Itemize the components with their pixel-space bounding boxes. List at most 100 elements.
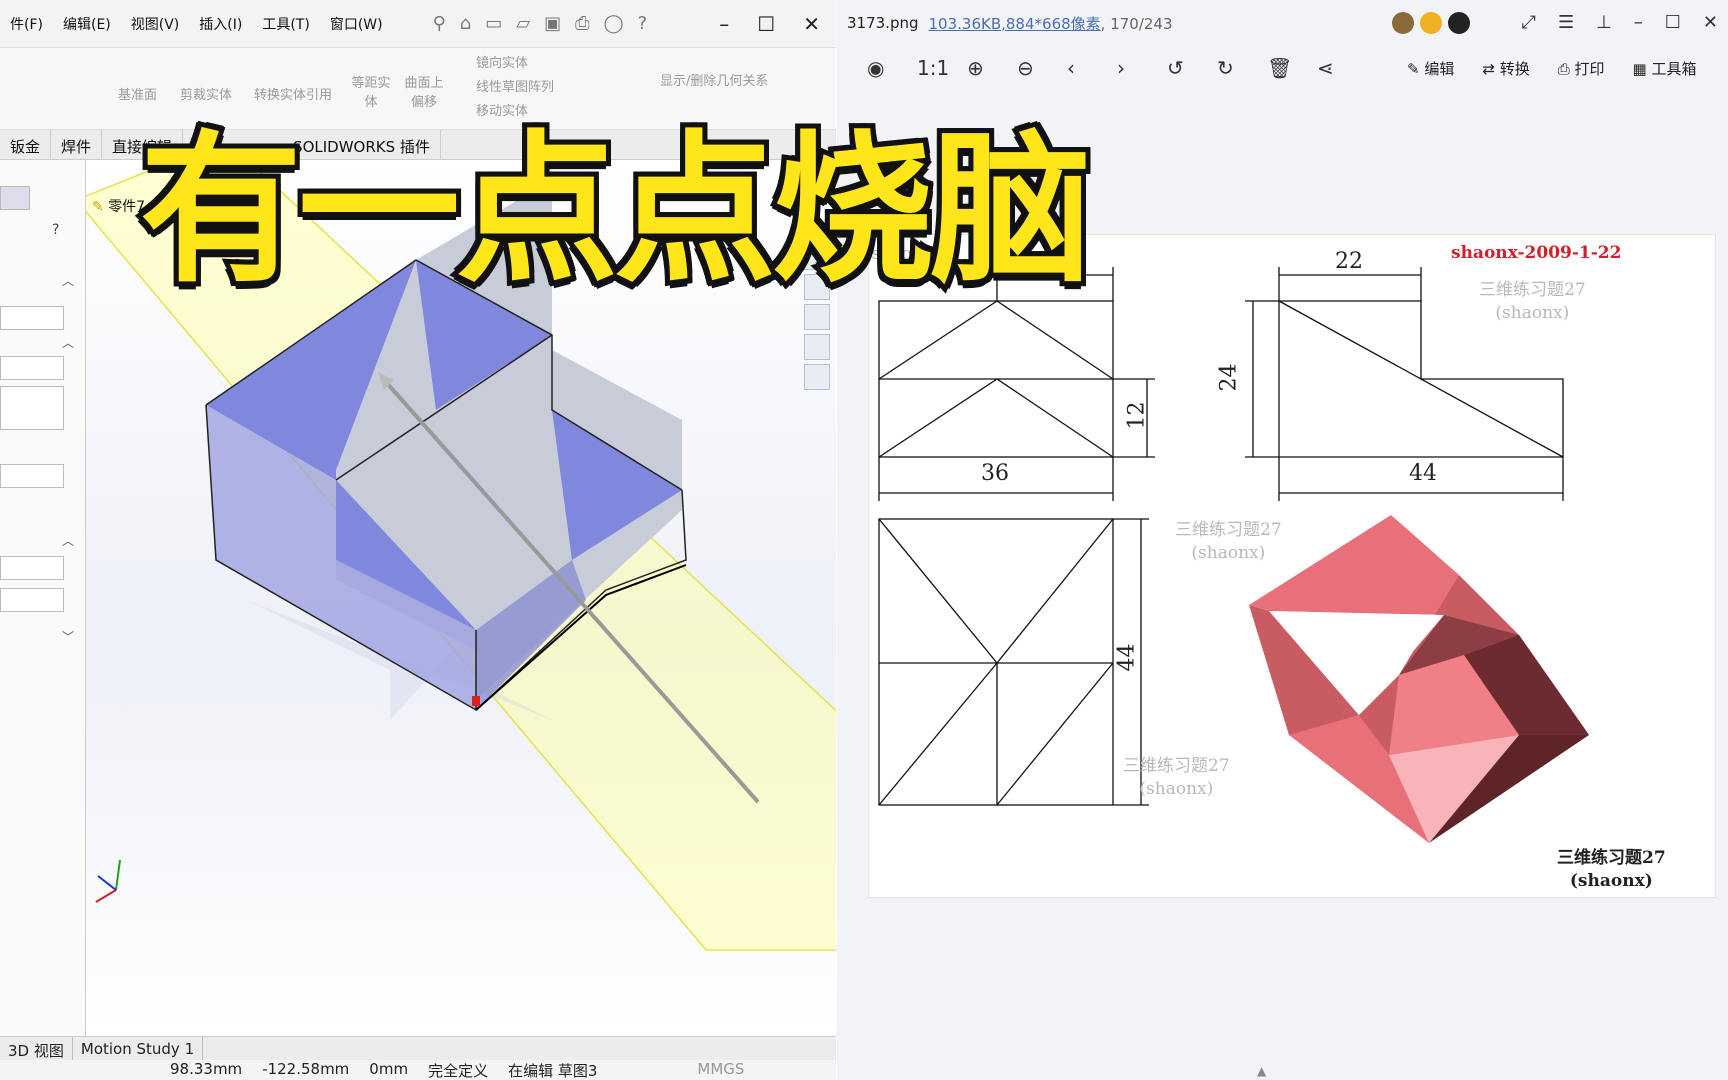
print-icon[interactable]: ⎙: [575, 13, 589, 34]
close-icon[interactable]: ✕: [1703, 12, 1718, 34]
dim-12: 12: [1124, 401, 1150, 430]
scroll-up-icon[interactable]: ▲: [1257, 1064, 1266, 1078]
number-spinner[interactable]: [0, 464, 64, 488]
watermark-title: 三维练习题27: [1479, 280, 1586, 300]
triad-icon: [95, 859, 121, 903]
menu-edit[interactable]: 编辑(E): [53, 14, 121, 34]
watermark: 三维练习题27 (shaonx): [1123, 755, 1230, 801]
quick-access-toolbar: ⚲ ⌂ ▭ ▱ ▣ ⎙ ◯ ?: [433, 13, 648, 34]
new-file-icon[interactable]: ▭: [485, 13, 502, 34]
collapse-chevron-icon[interactable]: ︿: [62, 334, 74, 351]
menu-tools[interactable]: 工具(T): [252, 14, 319, 34]
viewer-actions: ✎ 编辑 ⇄ 转换 ⎙ 打印 ▦ 工具箱: [1407, 58, 1696, 79]
dropdown-field[interactable]: [0, 556, 64, 580]
share-icon[interactable]: ⋖: [1317, 56, 1367, 80]
screen: 件(F) 编辑(E) 视图(V) 插入(I) 工具(T) 窗口(W) ⚲ ⌂ ▭…: [0, 0, 1728, 1080]
number-spinner[interactable]: [0, 588, 64, 612]
previous-icon[interactable]: ‹: [1067, 56, 1117, 80]
dropdown-field[interactable]: [0, 306, 64, 330]
signature-title: 三维练习题27: [1557, 848, 1666, 868]
cad-menu: 件(F) 编辑(E) 视图(V) 插入(I) 工具(T) 窗口(W): [0, 14, 393, 34]
menu-icon[interactable]: ☰: [1558, 12, 1574, 34]
tab-sheet-metal[interactable]: 钣金: [0, 130, 52, 159]
expand-chevron-icon[interactable]: ﹀: [62, 628, 74, 645]
dim-36: 36: [981, 461, 1009, 486]
maximize-icon[interactable]: ☐: [757, 12, 775, 36]
editing-state: 在编辑 草图3: [508, 1062, 598, 1080]
next-icon[interactable]: ›: [1117, 56, 1167, 80]
toolbox-label: 工具箱: [1651, 59, 1697, 78]
print-button[interactable]: ⎙ 打印: [1558, 58, 1605, 79]
menu-window[interactable]: 窗口(W): [320, 14, 393, 34]
edit-button[interactable]: ✎ 编辑: [1407, 58, 1454, 79]
open-folder-icon[interactable]: ▱: [516, 13, 530, 34]
mouse-mode-icon[interactable]: ◉: [867, 56, 917, 80]
close-icon[interactable]: ✕: [803, 12, 820, 36]
status-bar: 98.33mm -122.58mm 0mm 完全定义 在编辑 草图3 MMGS: [0, 1060, 836, 1080]
unit-system[interactable]: MMGS: [697, 1060, 744, 1080]
vip-icon[interactable]: [1419, 12, 1442, 34]
custom-properties-icon[interactable]: [804, 364, 830, 390]
maximize-icon[interactable]: ☐: [1665, 12, 1681, 34]
coord-z: 0mm: [369, 1060, 409, 1078]
menu-insert[interactable]: 插入(I): [189, 14, 252, 34]
zoom-in-icon[interactable]: ⊕: [967, 56, 1017, 80]
watermark-author: (shaonx): [1139, 778, 1214, 799]
menu-file[interactable]: 件(F): [0, 14, 53, 34]
watermark-author: (shaonx): [1495, 302, 1570, 323]
fullscreen-icon[interactable]: ⤢: [1522, 12, 1536, 34]
image-index: , 170/243: [1100, 14, 1173, 33]
tab-3d-view[interactable]: 3D 视图: [0, 1037, 73, 1060]
coord-y: -122.58mm: [262, 1060, 350, 1078]
model-tabs: 3D 视图 Motion Study 1: [0, 1036, 836, 1060]
file-name: 3173.png: [847, 14, 919, 32]
file-meta: 103.36KB,884*668像素, 170/243: [929, 13, 1173, 34]
file-size[interactable]: 103.36KB: [929, 15, 1002, 33]
origin-marker: [472, 696, 480, 706]
convert-button[interactable]: ⇄ 转换: [1482, 58, 1529, 79]
dim-22: 22: [1335, 249, 1363, 274]
zoom-out-icon[interactable]: ⊖: [1017, 56, 1067, 80]
convert-label: 转换: [1499, 59, 1530, 78]
ribbon-mirror[interactable]: 镜向实体: [476, 52, 528, 71]
rotate-left-icon[interactable]: ↺: [1167, 56, 1217, 80]
edit-label: 编辑: [1424, 59, 1455, 78]
save-icon[interactable]: ▣: [544, 13, 561, 34]
drawing-header: shaonx-2009-1-22: [1451, 243, 1622, 263]
tab-motion-study[interactable]: Motion Study 1: [73, 1037, 204, 1060]
image-dimensions[interactable]: ,884*668像素: [1001, 15, 1101, 33]
collapse-chevron-icon[interactable]: ︿: [62, 532, 74, 549]
minimize-icon[interactable]: –: [1634, 12, 1643, 34]
avatar[interactable]: [1391, 12, 1414, 34]
watermark-author: (shaonx): [1191, 542, 1266, 563]
appearances-icon[interactable]: [804, 334, 830, 360]
delete-icon[interactable]: 🗑: [1267, 56, 1317, 80]
pin-icon[interactable]: ⊥: [1596, 12, 1612, 34]
cad-menubar: 件(F) 编辑(E) 视图(V) 插入(I) 工具(T) 窗口(W) ⚲ ⌂ ▭…: [0, 0, 836, 48]
print-label: 打印: [1574, 59, 1605, 78]
rotate-right-icon[interactable]: ↻: [1217, 56, 1267, 80]
isometric-render: [1249, 515, 1589, 843]
help-icon[interactable]: ?: [638, 13, 648, 34]
tab-weldments[interactable]: 焊件: [51, 130, 103, 159]
video-caption: 有一点点烧脑: [135, 112, 1097, 310]
minimize-icon[interactable]: –: [719, 12, 729, 36]
badges: [1391, 12, 1470, 34]
user-icon[interactable]: ◯: [604, 13, 624, 34]
toolbox-button[interactable]: ▦ 工具箱: [1633, 58, 1697, 79]
signature: 三维练习题27 (shaonx): [1557, 847, 1666, 893]
viewer-titlebar: 3173.png 103.36KB,884*668像素, 170/243 ⤢ ☰…: [837, 0, 1728, 46]
collapse-chevron-icon[interactable]: ︿: [62, 272, 74, 289]
dim-44-side: 44: [1409, 461, 1437, 486]
home-icon[interactable]: ⌂: [460, 13, 471, 34]
appearance-icon[interactable]: [0, 186, 30, 210]
dim-24: 24: [1216, 363, 1242, 392]
selection-box[interactable]: [0, 386, 64, 430]
dropdown-field[interactable]: [0, 356, 64, 380]
actual-size-button[interactable]: 1:1: [917, 56, 967, 80]
help-icon[interactable]: ?: [52, 222, 59, 238]
menu-view[interactable]: 视图(V): [121, 14, 190, 34]
pin-icon[interactable]: ⚲: [433, 13, 446, 34]
signature-author: (shaonx): [1569, 870, 1653, 891]
coin-icon[interactable]: [1447, 12, 1470, 34]
